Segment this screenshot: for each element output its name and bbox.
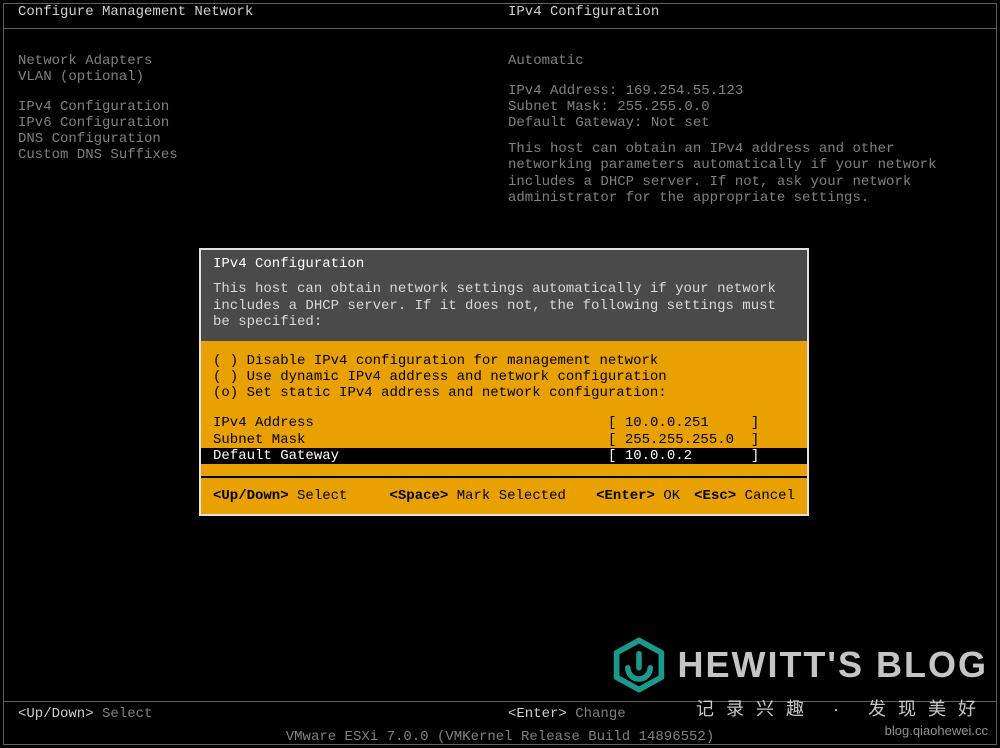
bottom-enter-key: <Enter> (508, 706, 567, 722)
radio-marker: (o) (213, 385, 238, 401)
watermark: HEWITT'S BLOG 记录兴趣 · 发现美好 blog.qiaohewei… (611, 637, 988, 738)
option-static-ipv4[interactable]: (o) Set static IPv4 address and network … (213, 385, 795, 401)
enter-label: OK (663, 488, 680, 504)
space-label: Mark Selected (457, 488, 566, 504)
esc-key: <Esc> (694, 488, 736, 504)
field-label: Subnet Mask (213, 432, 608, 448)
field-default-gateway[interactable]: Default Gateway [ 10.0.0.2 ] (201, 448, 807, 464)
watermark-title: HEWITT'S BLOG (677, 644, 988, 686)
option-label: Use dynamic IPv4 address and network con… (247, 369, 667, 385)
field-value: [ 10.0.0.251 ] (608, 415, 795, 431)
field-value: [ 255.255.255.0 ] (608, 432, 795, 448)
dialog-description: This host can obtain network settings au… (213, 281, 795, 331)
bottom-left: <Up/Down> Select (18, 706, 508, 722)
enter-key: <Enter> (596, 488, 655, 504)
updown-label: Select (297, 488, 347, 504)
option-label: Set static IPv4 address and network conf… (247, 385, 667, 401)
footer-left: <Up/Down> Select <Space> Mark Selected (213, 488, 596, 504)
dialog-footer: <Up/Down> Select <Space> Mark Selected <… (201, 476, 807, 514)
esc-label: Cancel (745, 488, 795, 504)
updown-key: <Up/Down> (213, 488, 289, 504)
option-disable-ipv4[interactable]: ( ) Disable IPv4 configuration for manag… (213, 353, 795, 369)
bottom-updown-label: Select (102, 706, 152, 722)
dialog-header: IPv4 Configuration This host can obtain … (201, 250, 807, 341)
footer-right: <Enter> OK <Esc> Cancel (596, 488, 795, 504)
field-label: IPv4 Address (213, 415, 608, 431)
option-label: Disable IPv4 configuration for managemen… (247, 353, 659, 369)
ipv4-config-dialog: IPv4 Configuration This host can obtain … (199, 248, 809, 516)
radio-marker: ( ) (213, 369, 238, 385)
watermark-subtitle: 记录兴趣 · 发现美好 (611, 695, 988, 721)
dialog-title: IPv4 Configuration (213, 256, 795, 273)
dialog-body: ( ) Disable IPv4 configuration for manag… (201, 341, 807, 476)
radio-marker: ( ) (213, 353, 238, 369)
option-dynamic-ipv4[interactable]: ( ) Use dynamic IPv4 address and network… (213, 369, 795, 385)
field-value: [ 10.0.0.2 ] (608, 448, 795, 464)
field-ipv4-address[interactable]: IPv4 Address [ 10.0.0.251 ] (213, 415, 795, 431)
space-key: <Space> (389, 488, 448, 504)
watermark-url: blog.qiaohewei.cc (611, 723, 988, 738)
bottom-updown-key: <Up/Down> (18, 706, 94, 722)
field-label: Default Gateway (213, 448, 608, 464)
hex-logo-icon (611, 637, 667, 693)
field-subnet-mask[interactable]: Subnet Mask [ 255.255.255.0 ] (213, 432, 795, 448)
